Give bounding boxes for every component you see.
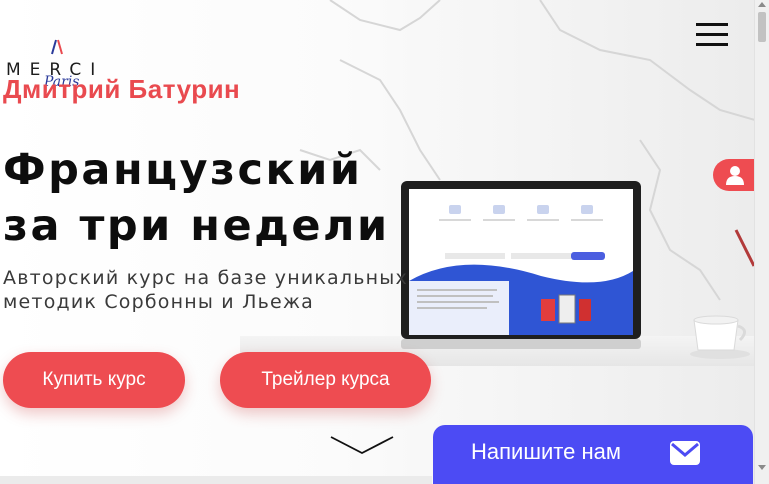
bottom-strip xyxy=(0,476,432,484)
hero-title: Французский за три недели xyxy=(3,142,443,254)
scrollbar-thumb[interactable] xyxy=(758,12,766,42)
user-icon xyxy=(726,166,744,185)
course-trailer-button[interactable]: Трейлер курса xyxy=(220,352,431,408)
hero-subtitle-line-1: Авторский курс на базе уникальных xyxy=(3,267,408,289)
hero-subtitle: Авторский курс на базе уникальных методи… xyxy=(3,266,443,314)
hamburger-menu-icon[interactable] xyxy=(694,20,732,50)
scroll-down-arrow-icon[interactable] xyxy=(758,465,766,470)
chevron-down-icon[interactable] xyxy=(329,434,395,456)
hero-subtitle-line-2: методик Сорбонны и Льежа xyxy=(3,291,315,313)
hero-title-line-1: Французский xyxy=(3,145,363,195)
scroll-up-arrow-icon[interactable] xyxy=(758,2,766,7)
page-scrollbar[interactable] xyxy=(754,0,769,484)
hero-title-line-2: за три недели xyxy=(3,201,390,251)
mail-icon xyxy=(670,441,700,465)
author-name: Дмитрий Батурин xyxy=(3,74,241,104)
flag-icon xyxy=(51,39,63,55)
contact-us-label: Напишите нам xyxy=(471,439,621,464)
user-account-button[interactable] xyxy=(713,159,755,191)
pen-image xyxy=(734,229,755,267)
buy-course-button[interactable]: Купить курс xyxy=(3,352,185,408)
contact-us-button[interactable]: Напишите нам xyxy=(433,425,753,484)
coffee-cup-image xyxy=(690,315,750,359)
